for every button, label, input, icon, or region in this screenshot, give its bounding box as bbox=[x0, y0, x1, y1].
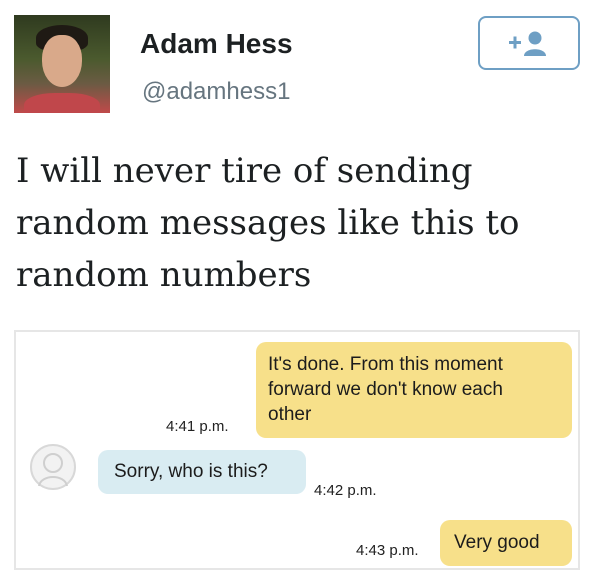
sent-message-bubble[interactable]: Very good bbox=[440, 520, 572, 566]
message-line: forward we don't know each bbox=[268, 379, 503, 400]
message-timestamp: 4:41 p.m. bbox=[166, 418, 229, 435]
avatar-shirt bbox=[24, 93, 100, 113]
message-line: Very good bbox=[454, 532, 540, 553]
tweet-line: random numbers bbox=[16, 255, 312, 295]
contact-silhouette-icon bbox=[38, 453, 68, 487]
message-line: Sorry, who is this? bbox=[114, 461, 268, 482]
add-user-icon bbox=[509, 31, 546, 56]
tweet-line: random messages like this to bbox=[16, 203, 520, 243]
message-timestamp: 4:42 p.m. bbox=[314, 482, 377, 499]
message-line: It's done. From this moment bbox=[268, 354, 503, 375]
follow-button[interactable] bbox=[478, 16, 580, 70]
avatar-face bbox=[42, 35, 82, 87]
contact-avatar[interactable] bbox=[30, 444, 76, 490]
message-line: other bbox=[268, 404, 312, 425]
chat-screenshot: 4:41 p.m. It's done. From this moment fo… bbox=[14, 330, 580, 570]
tweet-line: I will never tire of sending bbox=[16, 151, 473, 191]
sent-message-bubble[interactable]: It's done. From this moment forward we d… bbox=[256, 342, 572, 438]
received-message-bubble[interactable]: Sorry, who is this? bbox=[98, 450, 306, 494]
message-timestamp: 4:43 p.m. bbox=[356, 542, 419, 559]
tweet-text: I will never tire of sending random mess… bbox=[16, 145, 586, 301]
profile-avatar[interactable] bbox=[14, 15, 110, 113]
display-name[interactable]: Adam Hess bbox=[140, 28, 293, 60]
user-handle[interactable]: @adamhess1 bbox=[142, 78, 290, 106]
